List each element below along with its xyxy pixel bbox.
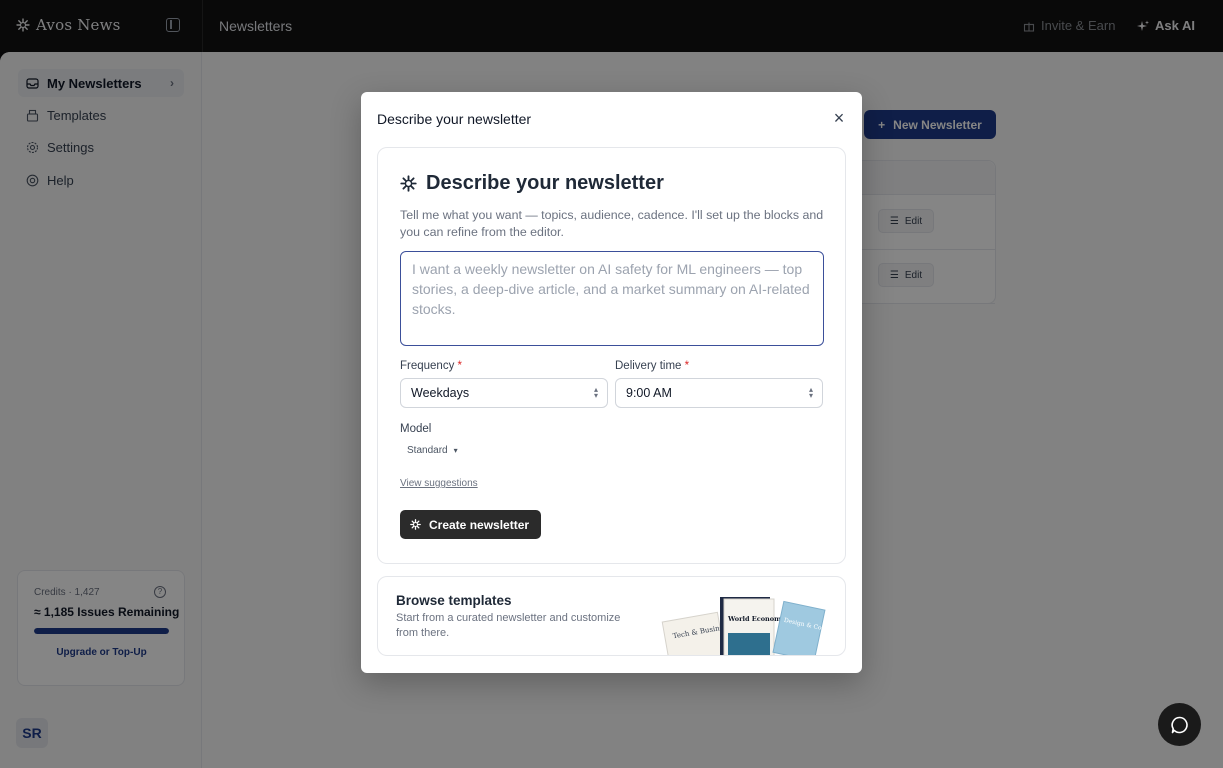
template-books-illustration: Tech & Business World Economy Design & C…: [661, 597, 838, 655]
browse-templates-card[interactable]: Browse templates Start from a curated ne…: [377, 576, 846, 656]
close-icon[interactable]: ×: [831, 109, 847, 127]
delivery-time-select[interactable]: 9:00 AM ▴ ▾: [615, 378, 823, 408]
required-marker: *: [457, 360, 463, 372]
book-title: World Economy: [727, 615, 785, 623]
chevron-down-icon: ▾: [453, 446, 458, 455]
updown-chevron-icon: ▴ ▾: [808, 385, 813, 400]
newsletter-prompt-input[interactable]: [400, 251, 824, 346]
model-select[interactable]: Standard ▾: [407, 445, 458, 456]
describe-card: Describe your newsletter Tell me what yo…: [377, 147, 846, 564]
delivery-time-value: 9:00 AM: [626, 386, 672, 400]
frequency-select[interactable]: Weekdays ▴ ▾: [400, 378, 608, 408]
view-suggestions-link[interactable]: View suggestions: [400, 478, 478, 489]
required-marker: *: [684, 360, 690, 372]
frequency-label: Frequency *: [400, 360, 462, 372]
starburst-icon: [410, 519, 421, 530]
describe-newsletter-dialog: Describe your newsletter × Describe your…: [361, 92, 862, 673]
describe-heading: Describe your newsletter: [400, 172, 664, 195]
model-value: Standard: [407, 445, 448, 456]
delivery-time-label: Delivery time *: [615, 360, 689, 372]
chat-button[interactable]: [1158, 703, 1201, 746]
heading-text: Describe your newsletter: [426, 172, 664, 194]
create-newsletter-button[interactable]: Create newsletter: [400, 510, 541, 539]
model-label: Model: [400, 423, 432, 435]
frequency-label-text: Frequency: [400, 360, 455, 372]
delivery-label-text: Delivery time: [615, 360, 682, 372]
frequency-value: Weekdays: [411, 386, 470, 400]
dialog-title: Describe your newsletter: [377, 111, 532, 127]
updown-chevron-icon: ▴ ▾: [593, 385, 598, 400]
browse-templates-title: Browse templates: [396, 593, 512, 608]
chat-bubble-icon: [1170, 716, 1188, 733]
starburst-icon: [400, 175, 417, 192]
describe-instructions: Tell me what you want — topics, audience…: [400, 208, 824, 239]
create-newsletter-label: Create newsletter: [429, 517, 530, 532]
browse-templates-description: Start from a curated newsletter and cust…: [396, 612, 621, 639]
